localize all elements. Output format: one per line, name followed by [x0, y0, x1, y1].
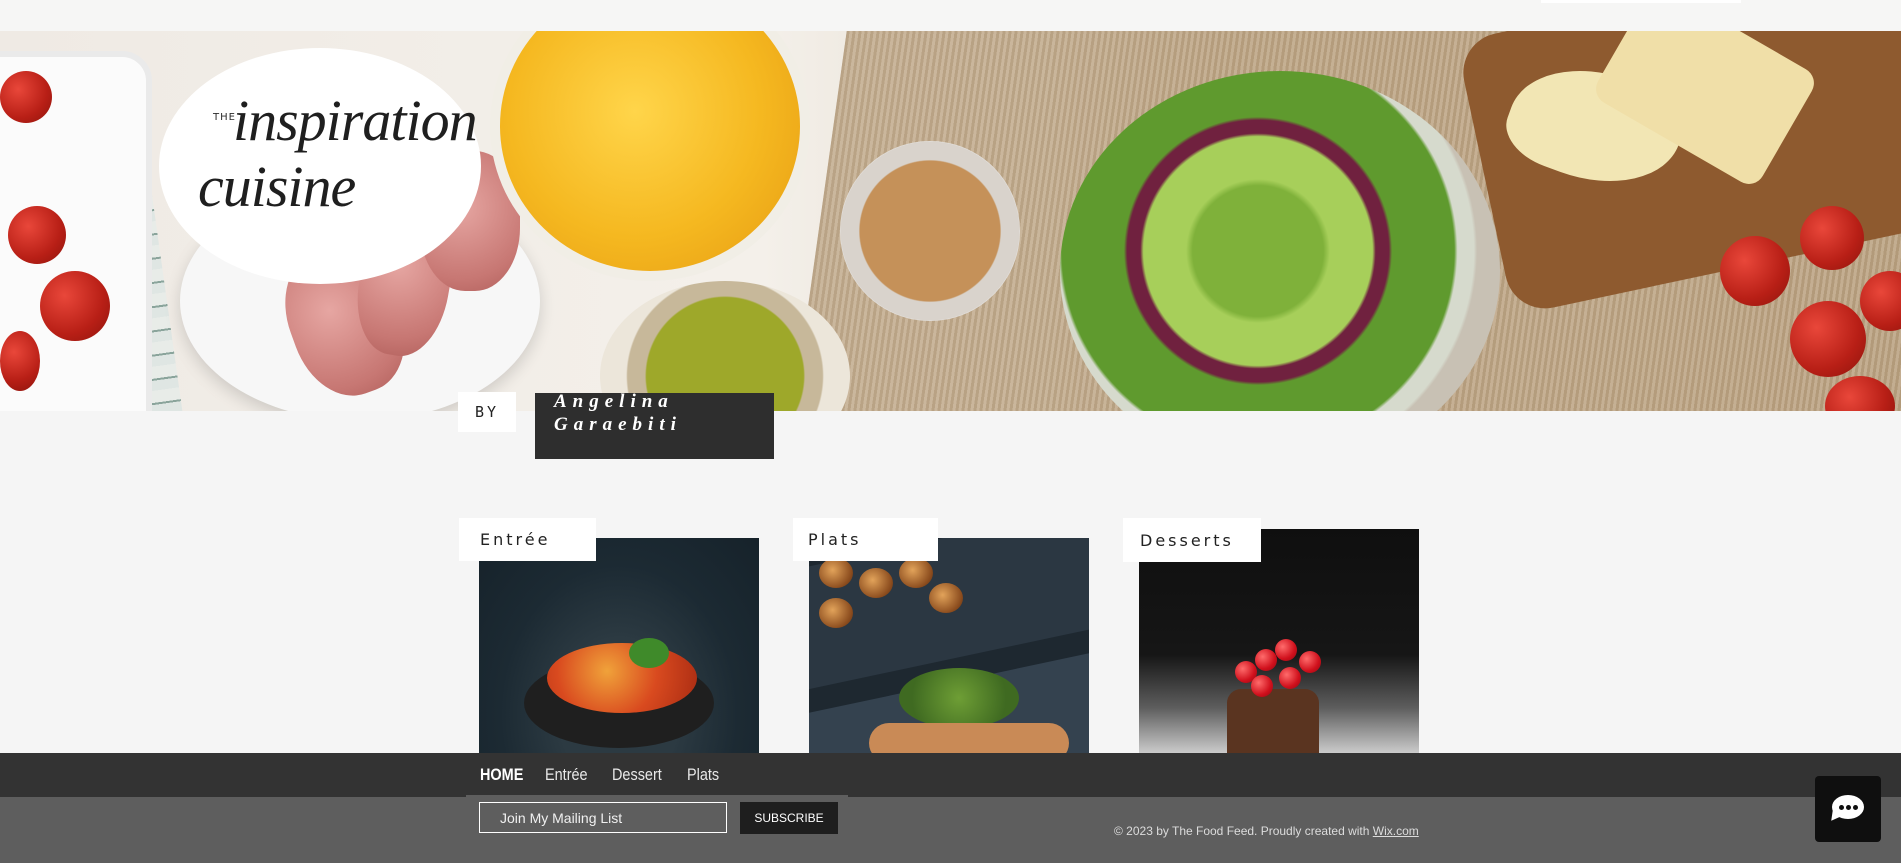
desserts-image[interactable]: [1139, 529, 1419, 758]
tomato-shape: [0, 331, 40, 391]
tomato-shape: [8, 206, 66, 264]
nav-item-plats[interactable]: Plats: [687, 753, 719, 797]
logo-title-line2: cuisine: [198, 154, 356, 219]
berry-shape: [1279, 667, 1301, 689]
tomato-shape: [1720, 236, 1790, 306]
cake-shape: [1227, 689, 1319, 758]
berry-shape: [1255, 649, 1277, 671]
by-label: BY: [458, 392, 516, 432]
nav-item-home[interactable]: HOME: [480, 753, 523, 797]
tomato-shape: [0, 71, 52, 123]
nuts-bowl-shape: [840, 141, 1020, 321]
scallop-shape: [899, 558, 933, 588]
copyright-prefix: © 2023 by The Food Feed. Proudly created…: [1114, 824, 1373, 838]
nav-item-entree[interactable]: Entrée: [545, 753, 588, 797]
basil-leaf-shape: [629, 638, 669, 668]
scallop-shape: [859, 568, 893, 598]
footer: [0, 797, 1901, 863]
tomato-shape: [1790, 301, 1866, 377]
berry-shape: [1299, 651, 1321, 673]
scallop-shape: [819, 558, 853, 588]
berry-shape: [1251, 675, 1273, 697]
mailing-list-input[interactable]: [479, 802, 727, 833]
scallop-shape: [819, 598, 853, 628]
wix-link[interactable]: Wix.com: [1373, 824, 1419, 838]
orange-juice-jug-shape: [490, 31, 810, 281]
nav-item-dessert[interactable]: Dessert: [612, 753, 662, 797]
top-bar: [0, 0, 1901, 31]
author-name: Angelina Garaebiti: [554, 391, 682, 435]
tomato-shape: [40, 271, 110, 341]
nav-underline: [466, 795, 848, 797]
tomato-shape: [1800, 206, 1864, 270]
chat-button[interactable]: [1815, 776, 1881, 842]
logo-title-line1: inspiration: [233, 88, 478, 153]
footer-nav-bar: [0, 753, 1901, 797]
top-bar-divider: [1541, 0, 1741, 3]
salad-food-shape: [547, 643, 697, 713]
category-label-desserts[interactable]: Desserts: [1123, 518, 1261, 562]
greens-shape: [899, 668, 1019, 728]
category-label-entree[interactable]: Entrée: [459, 518, 596, 561]
berry-shape: [1275, 639, 1297, 661]
category-label-plats[interactable]: Plats: [793, 518, 938, 561]
entree-image[interactable]: [479, 538, 759, 758]
scallop-shape: [929, 583, 963, 613]
plats-image[interactable]: [809, 538, 1089, 758]
copyright-text: © 2023 by The Food Feed. Proudly created…: [1114, 824, 1419, 838]
subscribe-button[interactable]: SUBSCRIBE: [740, 802, 838, 834]
